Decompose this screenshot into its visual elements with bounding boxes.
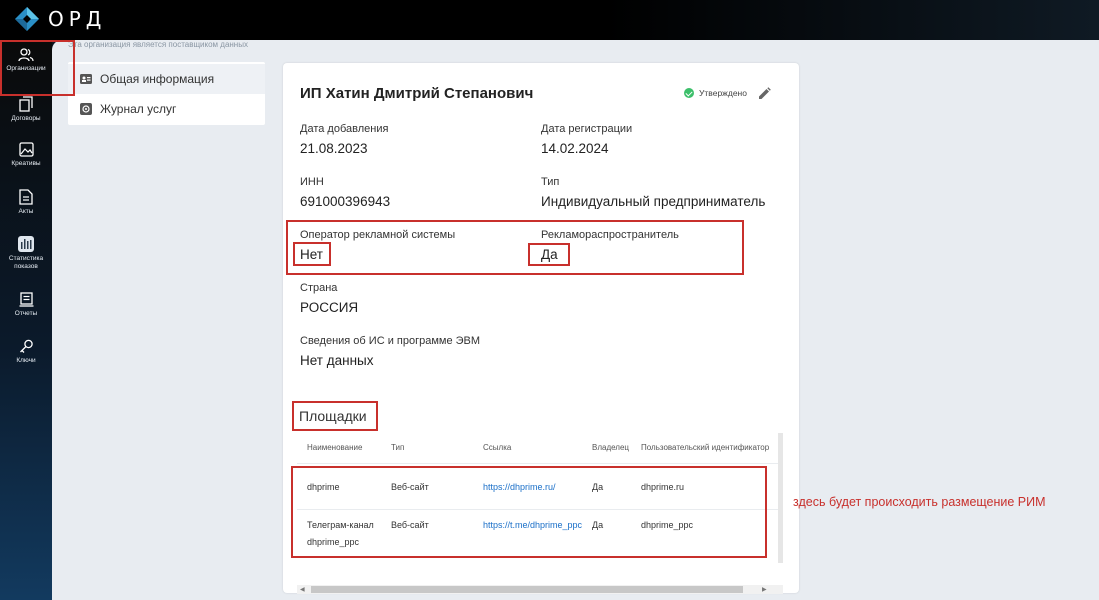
type-value: Индивидуальный предприниматель (541, 194, 766, 209)
file-icon (19, 189, 33, 205)
menu-item-label: Журнал услуг (100, 102, 177, 116)
type-label: Тип (541, 176, 560, 188)
sidebar-item-keys[interactable]: Ключи (0, 339, 52, 365)
logo-diamond-icon (14, 6, 40, 32)
sidebar: Организации Договоры Креативы Акты Стати… (0, 40, 52, 600)
column-header: Пользовательский идентификатор (641, 443, 770, 452)
sidebar-label: Акты (18, 208, 34, 215)
highlight-box (291, 466, 767, 558)
vertical-scrollbar[interactable] (778, 433, 783, 563)
sidebar-label: Отчеты (14, 310, 38, 317)
stats-icon (18, 236, 34, 252)
key-icon (19, 339, 33, 353)
status-badge: Утверждено (684, 88, 747, 98)
menu-item-label: Общая информация (100, 72, 215, 86)
sidebar-item-reports[interactable]: Отчеты (0, 292, 52, 318)
column-header: Владелец (592, 443, 630, 452)
sidebar-item-acts[interactable]: Акты (0, 189, 52, 216)
sidebar-label: Креативы (11, 160, 41, 167)
highlight-box (292, 401, 378, 431)
logo[interactable]: ОРД (14, 6, 106, 32)
country-label: Страна (300, 282, 338, 294)
is-info-label: Сведения об ИС и программе ЭВМ (300, 335, 481, 347)
registration-date-label: Дата регистрации (541, 123, 633, 135)
is-info-value: Нет данных (300, 353, 374, 368)
edit-pencil-icon[interactable] (758, 87, 771, 105)
report-icon (19, 292, 33, 307)
scrollbar-thumb[interactable] (311, 586, 743, 593)
country-value: РОССИЯ (300, 300, 359, 315)
row-divider (297, 463, 783, 464)
annotation-text: здесь будет происходить размещение РИМ (793, 495, 1046, 509)
sidebar-item-contracts[interactable]: Договоры (0, 96, 52, 123)
organization-title: ИП Хатин Дмитрий Степанович (300, 85, 534, 102)
section-menu: Общая информация Журнал услуг (68, 62, 265, 125)
column-header: Наименование (307, 443, 363, 452)
date-added-value: 21.08.2023 (300, 141, 368, 156)
sidebar-item-creatives[interactable]: Креативы (0, 142, 52, 168)
highlight-box (293, 242, 331, 266)
inn-label: ИНН (300, 176, 324, 188)
info-icon (80, 73, 92, 85)
data-provider-notice: Эта организация является поставщиком дан… (68, 40, 248, 49)
sidebar-item-statistics[interactable]: Статистика показов (0, 236, 52, 271)
scroll-left-icon[interactable]: ◀ (300, 586, 305, 593)
column-header: Тип (391, 443, 405, 452)
sidebar-label: Статистика показов (8, 255, 44, 270)
highlight-box (528, 243, 570, 266)
scroll-right-icon[interactable]: ▶ (762, 586, 767, 593)
menu-item-general-info[interactable]: Общая информация (68, 64, 265, 94)
highlight-box (0, 40, 75, 96)
status-label: Утверждено (699, 88, 747, 98)
gear-icon (80, 103, 92, 115)
horizontal-scrollbar[interactable]: ◀ ▶ (297, 585, 783, 594)
sidebar-label: Ключи (16, 357, 36, 364)
date-added-label: Дата добавления (300, 123, 389, 135)
logo-text: ОРД (48, 7, 107, 31)
registration-date-value: 14.02.2024 (541, 141, 609, 156)
documents-icon (19, 96, 33, 112)
inn-value: 691000396943 (300, 194, 391, 209)
highlight-box (286, 220, 744, 275)
sidebar-label: Договоры (11, 115, 41, 122)
menu-item-service-log[interactable]: Журнал услуг (68, 94, 265, 124)
check-circle-icon (684, 88, 694, 98)
column-header: Ссылка (483, 443, 512, 452)
top-bar: ОРД (0, 0, 1099, 40)
image-icon (18, 142, 34, 157)
